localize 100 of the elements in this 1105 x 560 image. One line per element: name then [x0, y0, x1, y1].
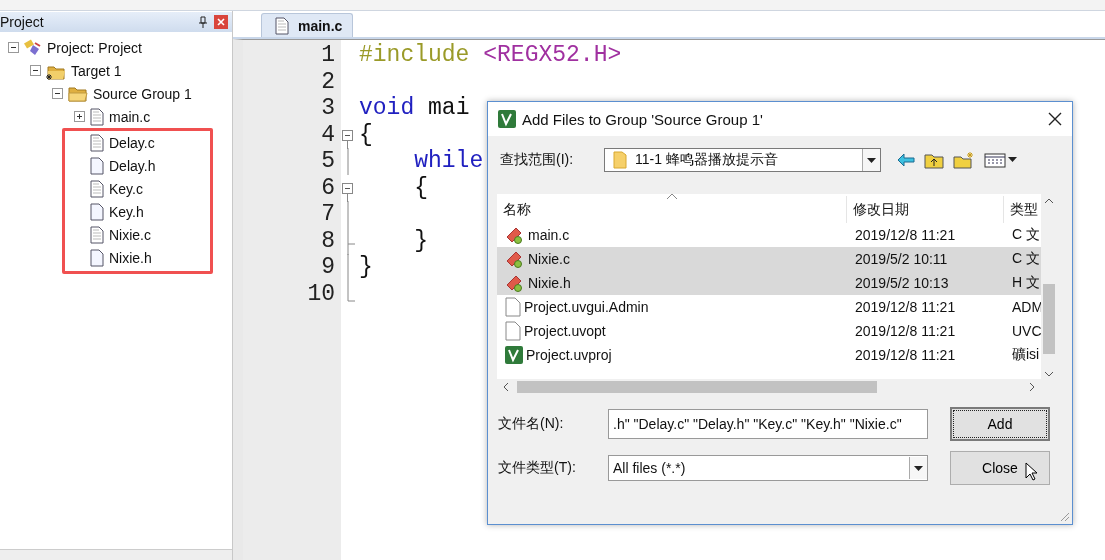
file-icon — [505, 273, 525, 293]
file-row[interactable]: main.c 2019/12/8 11:21 C 文 — [497, 223, 1041, 247]
file-type: C 文 — [1011, 250, 1041, 268]
file-tab[interactable]: main.c — [261, 13, 354, 37]
dialog-button[interactable]: Close — [950, 451, 1050, 485]
expand-icon[interactable] — [74, 111, 85, 122]
file-name: Nixie.c — [528, 251, 570, 267]
line-number: 3 — [320, 95, 336, 122]
document-icon — [89, 225, 105, 244]
tree-item[interactable]: Source Group 1 — [93, 85, 192, 102]
scroll-up-icon — [1044, 198, 1054, 204]
code-line: { — [413, 174, 428, 201]
line-number: 1 — [320, 42, 336, 69]
file-row[interactable]: Nixie.h 2019/5/2 10:13 H 文 — [497, 271, 1041, 295]
file-icon — [505, 225, 525, 245]
line-number: 6 — [320, 174, 336, 201]
scroll-right-icon — [1029, 382, 1035, 392]
back-arrow-icon[interactable] — [897, 153, 915, 167]
file-type-dropdown[interactable]: All files (*.*) — [608, 455, 928, 481]
tree-item[interactable]: Project: Project — [47, 39, 142, 56]
dropdown-arrow-icon — [914, 465, 923, 471]
close-icon[interactable] — [1048, 112, 1062, 126]
line-number: 5 — [320, 148, 336, 175]
up-folder-icon[interactable] — [924, 151, 944, 169]
code-line: while — [413, 148, 484, 174]
file-date: 2019/5/2 10:13 — [854, 275, 950, 291]
tree-item[interactable]: Nixie.c — [109, 226, 151, 243]
collapse-icon[interactable] — [30, 65, 41, 76]
document-icon — [89, 107, 105, 126]
document-icon — [505, 321, 521, 341]
file-date: 2019/12/8 11:21 — [854, 347, 957, 363]
document-icon — [274, 16, 290, 35]
file-type: H 文 — [1011, 274, 1041, 292]
app-icon — [498, 110, 516, 128]
file-date: 2019/12/8 11:21 — [854, 323, 957, 339]
tree-item[interactable]: Key.h — [109, 203, 144, 220]
folder-dropdown[interactable]: 11-1 蜂鸣器播放提示音 — [604, 148, 881, 172]
file-date: 2019/12/8 11:21 — [854, 227, 957, 243]
dialog-title: Add Files to Group 'Source Group 1' — [522, 110, 764, 128]
project-file-icon — [505, 346, 523, 364]
pin-icon[interactable] — [198, 16, 208, 28]
tree-item[interactable]: Delay.c — [109, 134, 155, 151]
line-number: 7 — [320, 201, 336, 228]
document-icon — [89, 133, 105, 152]
scroll-left-icon — [503, 382, 509, 392]
code-line: void mai — [359, 95, 470, 121]
field-label: 文件名(N): — [498, 415, 565, 433]
dialog-button[interactable]: Add — [950, 407, 1050, 441]
file-row[interactable]: Nixie.c 2019/5/2 10:11 C 文 — [497, 247, 1041, 271]
project-icon — [23, 38, 43, 57]
field-label: 文件类型(T): — [498, 459, 577, 477]
file-type: UVC — [1011, 323, 1041, 339]
tree-item[interactable]: Target 1 — [71, 62, 122, 79]
tree-item[interactable]: main.c — [109, 108, 151, 125]
file-date: 2019/5/2 10:11 — [854, 251, 949, 267]
collapse-icon[interactable] — [8, 42, 19, 53]
horizontal-scrollbar[interactable] — [0, 549, 232, 560]
file-row[interactable]: Project.uvproj 2019/12/8 11:21 礦isi — [497, 343, 1041, 367]
file-name: Project.uvopt — [524, 323, 606, 339]
code-line: } — [413, 227, 428, 254]
line-number: 10 — [306, 280, 336, 307]
mouse-cursor-icon — [1025, 462, 1039, 482]
panel-title: Project — [0, 14, 45, 30]
code-line: #include <REGX52.H> — [359, 42, 622, 68]
column-header[interactable]: 修改日期 — [847, 196, 1004, 223]
resize-grip-icon[interactable] — [1058, 510, 1070, 522]
file-row[interactable]: Project.uvopt 2019/12/8 11:21 UVC — [497, 319, 1041, 343]
file-name: Project.uvgui.Admin — [524, 299, 649, 315]
document-icon — [89, 156, 105, 175]
field-label: 查找范围(I): — [500, 151, 575, 169]
file-name-field[interactable]: .h" "Delay.c" "Delay.h" "Key.c" "Key.h" "Nixie.c" — [608, 409, 928, 439]
tree-item[interactable]: Nixie.h — [109, 249, 152, 266]
tree-item[interactable]: Key.c — [109, 180, 143, 197]
folder-icon — [67, 84, 89, 103]
document-icon — [505, 297, 521, 317]
document-icon — [89, 248, 105, 267]
file-type: C 文 — [1011, 226, 1041, 244]
collapse-icon[interactable] — [52, 88, 63, 99]
dropdown-arrow-icon — [867, 157, 876, 163]
file-name: Nixie.h — [528, 275, 571, 291]
document-icon — [89, 202, 105, 221]
file-date: 2019/12/8 11:21 — [854, 299, 957, 315]
tree-item[interactable]: Delay.h — [109, 157, 156, 174]
line-number: 8 — [320, 227, 336, 254]
new-folder-icon[interactable] — [953, 151, 975, 169]
file-name: main.c — [528, 227, 570, 243]
view-menu-icon[interactable] — [984, 152, 1018, 168]
document-icon — [89, 179, 105, 198]
scroll-down-icon — [1044, 371, 1054, 377]
line-number: 9 — [320, 254, 336, 281]
sort-caret-icon — [665, 194, 678, 200]
line-number: 2 — [320, 68, 336, 95]
line-number: 4 — [320, 121, 336, 148]
column-header[interactable]: 名称 — [497, 196, 847, 223]
file-icon — [505, 249, 525, 269]
file-name: Project.uvproj — [526, 347, 612, 363]
folder-icon — [613, 151, 627, 169]
file-type: 礦isi — [1011, 346, 1041, 364]
code-line: { — [359, 121, 373, 148]
code-line: } — [359, 254, 373, 280]
